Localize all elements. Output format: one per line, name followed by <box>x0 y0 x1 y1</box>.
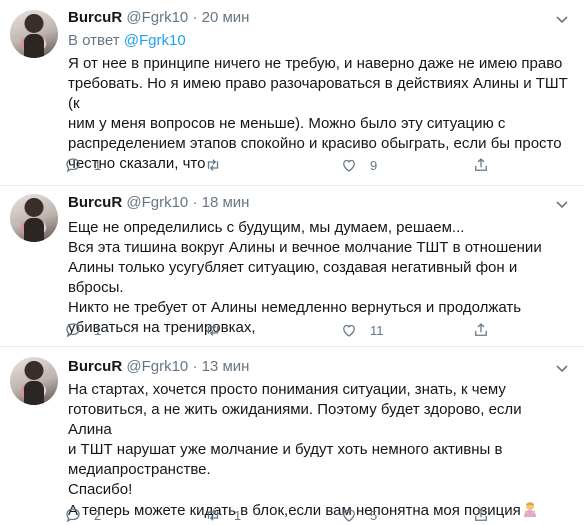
retweet-icon <box>207 159 219 171</box>
tweet-3[interactable]: BurcuR @Fgrk10 · 13 мин На стартах, хоче… <box>0 347 584 523</box>
tweet-header: BurcuR @Fgrk10 · 18 мин <box>68 194 249 211</box>
like-button[interactable]: 5 <box>340 505 377 525</box>
share-button[interactable] <box>472 505 490 525</box>
share-button[interactable] <box>472 320 490 340</box>
reply-icon <box>66 508 80 523</box>
timestamp[interactable]: 13 мин <box>202 358 250 375</box>
retweet-button[interactable]: 1 <box>204 505 241 525</box>
tweet-actions: 2 1 5 <box>64 505 504 525</box>
reply-to-handle[interactable]: @Fgrk10 <box>124 32 186 49</box>
person-gesturing-no-icon <box>523 502 536 517</box>
tweet-text-line: Вся эта тишина вокруг Алины и вечное мол… <box>68 239 542 256</box>
reply-count: 1 <box>94 157 102 173</box>
like-count: 9 <box>370 157 378 173</box>
retweet-button[interactable] <box>204 320 234 340</box>
tweet-actions: 1 11 <box>64 320 504 340</box>
retweet-count: 1 <box>234 507 242 523</box>
retweet-icon <box>207 509 219 521</box>
user-handle[interactable]: @Fgrk10 <box>126 194 188 211</box>
tweet-text-line: и ТШТ нарушат уже молчание и будут хоть … <box>68 441 503 458</box>
display-name[interactable]: BurcuR <box>68 358 122 375</box>
timestamp[interactable]: 18 мин <box>202 194 250 211</box>
like-count: 5 <box>370 507 378 523</box>
reply-icon <box>66 158 80 173</box>
separator-dot: · <box>192 358 198 375</box>
reply-to-prefix: В ответ <box>68 32 120 49</box>
tweet-header: BurcuR @Fgrk10 · 13 мин <box>68 358 249 375</box>
tweet-text-line: Никто не требует от Алины немедленно вер… <box>68 299 522 316</box>
share-icon <box>475 323 487 336</box>
retweet-button[interactable] <box>204 155 234 175</box>
chevron-down-icon[interactable] <box>554 196 570 212</box>
reply-button[interactable]: 2 <box>64 505 101 525</box>
separator-dot: · <box>192 194 198 211</box>
tweet-1[interactable]: BurcuR @Fgrk10 · 20 мин В ответ @Fgrk10 … <box>0 0 584 185</box>
user-handle[interactable]: @Fgrk10 <box>126 9 188 26</box>
heart-icon <box>343 509 355 522</box>
tweet-text-line: распределением этапов спокойно и красиво… <box>68 135 562 152</box>
reply-icon <box>66 323 80 338</box>
share-button[interactable] <box>472 155 490 175</box>
timestamp[interactable]: 20 мин <box>202 9 250 26</box>
chevron-down-icon[interactable] <box>554 11 570 27</box>
reply-count: 1 <box>94 322 102 338</box>
display-name[interactable]: BurcuR <box>68 9 122 26</box>
reply-count: 2 <box>94 507 102 523</box>
display-name[interactable]: BurcuR <box>68 194 122 211</box>
user-handle[interactable]: @Fgrk10 <box>126 358 188 375</box>
tweet-text-line: Спасибо! <box>68 481 133 498</box>
avatar[interactable] <box>10 194 58 242</box>
tweet-text-line: ним у меня вопросов не меньше). Можно бы… <box>68 115 506 132</box>
avatar[interactable] <box>10 357 58 405</box>
tweet-actions: 1 9 <box>64 155 504 175</box>
reply-button[interactable]: 1 <box>64 155 101 175</box>
reply-button[interactable]: 1 <box>64 320 101 340</box>
like-button[interactable]: 9 <box>340 155 377 175</box>
tweet-text-line: медиапространстве. <box>68 461 211 478</box>
reply-to-line: В ответ @Fgrk10 <box>68 32 186 49</box>
heart-icon <box>343 324 355 337</box>
tweet-text-line: требовать. Но я имею право разочароватьс… <box>68 75 568 112</box>
tweet-text-line: Алины только усугубляет ситуацию, создав… <box>68 259 518 296</box>
tweet-text: На стартах, хочется просто понимания сит… <box>68 380 568 521</box>
tweet-header: BurcuR @Fgrk10 · 20 мин <box>68 9 249 26</box>
like-button[interactable]: 11 <box>340 320 384 340</box>
share-icon <box>475 508 487 521</box>
tweet-2[interactable]: BurcuR @Fgrk10 · 18 мин Еще не определил… <box>0 186 584 346</box>
separator-dot: · <box>192 9 198 26</box>
avatar[interactable] <box>10 10 58 58</box>
heart-icon <box>343 159 355 172</box>
chevron-down-icon[interactable] <box>554 360 570 376</box>
tweet-text-line: На стартах, хочется просто понимания сит… <box>68 381 506 398</box>
retweet-icon <box>207 324 219 336</box>
like-count: 11 <box>370 322 384 338</box>
tweet-text-line: Еще не определились с будущим, мы думаем… <box>68 219 465 236</box>
share-icon <box>475 158 487 171</box>
tweet-text-line: готовиться, а не жить ожиданиями. Поэтом… <box>68 401 522 438</box>
tweet-text-line: Я от нее в принципе ничего не требую, и … <box>68 55 563 72</box>
